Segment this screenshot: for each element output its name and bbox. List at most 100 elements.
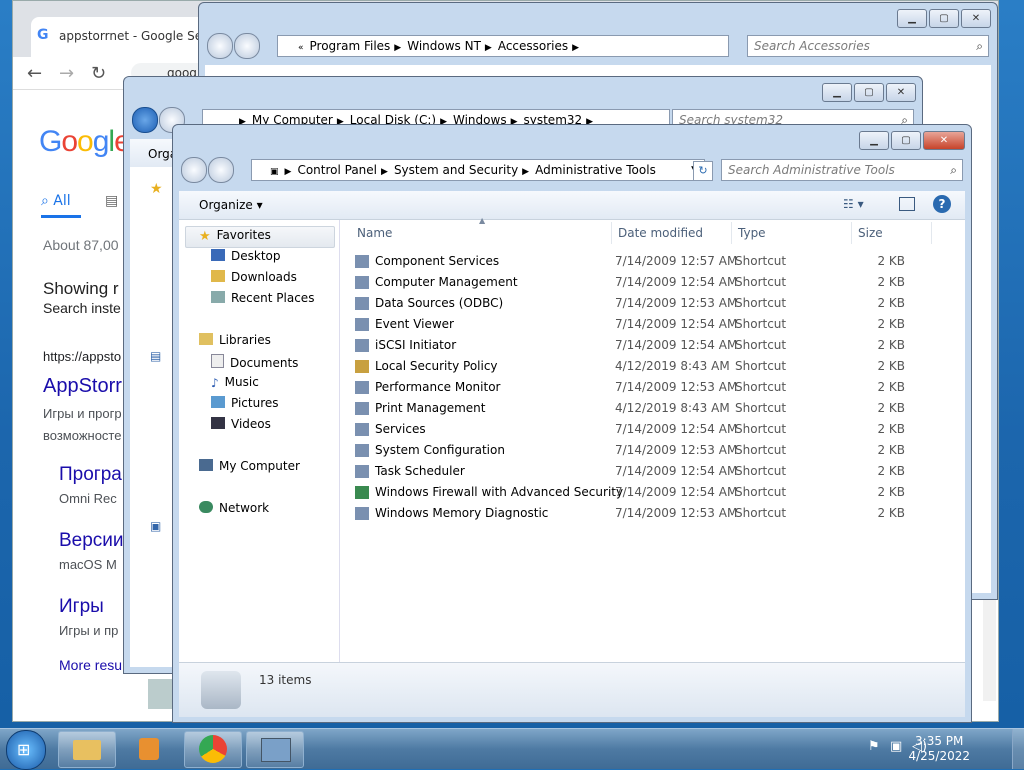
start-button[interactable]: ⊞ — [6, 730, 46, 770]
music-icon: ♪ — [211, 376, 219, 390]
reload-icon[interactable]: ↻ — [91, 63, 106, 84]
col-header-name[interactable]: Name — [357, 220, 392, 246]
explorer-taskbar-button[interactable] — [58, 731, 116, 768]
col-header-date[interactable]: Date modified — [618, 220, 703, 246]
result-url[interactable]: https://appsto — [43, 349, 121, 364]
libraries-icon — [199, 333, 213, 345]
control-panel-taskbar-button[interactable] — [246, 731, 304, 768]
desktop-icon — [211, 249, 225, 261]
refresh-icon[interactable]: ↻ — [693, 161, 713, 181]
nav-music[interactable]: ♪ Music — [211, 375, 259, 390]
search-input[interactable]: Search Accessories ⌕ — [747, 35, 989, 57]
maximize-icon[interactable]: ▢ — [929, 9, 959, 28]
close-icon[interactable]: ✕ — [886, 83, 916, 102]
help-icon[interactable]: ? — [933, 195, 951, 213]
column-separator — [611, 222, 612, 244]
view-options-icon[interactable]: ☷ ▾ — [843, 197, 864, 211]
file-row[interactable]: Task Scheduler 7/14/2009 12:54 AM Shortcut… — [355, 461, 955, 482]
breadcrumb-admin-tools[interactable]: Administrative Tools — [535, 160, 656, 180]
show-desktop-button[interactable] — [1012, 729, 1024, 769]
nav-buttons — [207, 33, 261, 59]
forward-icon[interactable] — [234, 33, 260, 59]
nav-desktop[interactable]: Desktop — [211, 249, 281, 263]
clock-time: 3:35 PM — [915, 734, 964, 748]
col-header-size[interactable]: Size — [858, 220, 883, 246]
chrome-tab[interactable]: G appstorrnet - Google Search — [31, 17, 228, 57]
back-icon[interactable] — [181, 157, 207, 183]
close-icon[interactable]: ✕ — [923, 131, 965, 150]
media-player-taskbar-button[interactable] — [120, 731, 178, 768]
file-row[interactable]: System Configuration 7/14/2009 12:53 AM Sh… — [355, 440, 955, 461]
caption-buttons: ▁ ▢ ✕ — [820, 83, 916, 102]
nav-my-computer[interactable]: My Computer — [199, 459, 300, 473]
file-row[interactable]: Services 7/14/2009 12:54 AM Shortcut 2 KB — [355, 419, 955, 440]
google-logo: Google — [39, 125, 131, 158]
tab-all[interactable]: ⌕ All — [41, 193, 71, 209]
col-header-type[interactable]: Type — [738, 220, 766, 246]
images-tab-icon[interactable]: ▤ — [105, 193, 118, 209]
close-icon[interactable]: ✕ — [961, 9, 991, 28]
file-row[interactable]: Computer Management 7/14/2009 12:54 AM Sho… — [355, 272, 955, 293]
sitelink-2[interactable]: Версии — [59, 530, 124, 552]
nav-network[interactable]: Network — [199, 501, 269, 515]
favorites-star-icon: ★ — [150, 181, 163, 197]
caption-buttons: ▁ ▢ ✕ — [857, 131, 965, 150]
file-row[interactable]: Component Services 7/14/2009 12:57 AM Shor… — [355, 251, 955, 272]
search-instead[interactable]: Search inste — [43, 300, 121, 316]
shortcut-icon — [355, 486, 369, 499]
address-bar[interactable]: «Program Files ▶ Windows NT ▶ Accessories ▶ — [277, 35, 729, 57]
file-row[interactable]: Windows Firewall with Advanced Security 7… — [355, 482, 955, 503]
breadcrumb-system-security[interactable]: System and Security — [394, 160, 518, 180]
videos-icon — [211, 417, 225, 429]
maximize-icon[interactable]: ▢ — [854, 83, 884, 102]
minimize-icon[interactable]: ▁ — [822, 83, 852, 102]
nav-libraries[interactable]: Libraries — [199, 333, 271, 347]
shortcut-icon — [355, 339, 369, 352]
forward-icon[interactable]: → — [59, 63, 74, 84]
shortcut-icon — [355, 423, 369, 436]
chrome-taskbar-button[interactable] — [184, 731, 242, 768]
maximize-icon[interactable]: ▢ — [891, 131, 921, 150]
file-row[interactable]: iSCSI Initiator 7/14/2009 12:54 AM Shortcu… — [355, 335, 955, 356]
nav-pictures[interactable]: Pictures — [211, 396, 279, 410]
column-separator — [731, 222, 732, 244]
shortcut-icon — [355, 465, 369, 478]
file-row[interactable]: Local Security Policy 4/12/2019 8:43 AM Sh… — [355, 356, 955, 377]
preview-pane-icon[interactable] — [899, 197, 915, 211]
minimize-icon[interactable]: ▁ — [897, 9, 927, 28]
file-row[interactable]: Event Viewer 7/14/2009 12:54 AM Shortcut 2 … — [355, 314, 955, 335]
nav-favorites[interactable]: ★ Favorites — [199, 228, 271, 244]
explorer-body: ★ Favorites Desktop Downloads Recent Plac… — [179, 216, 965, 662]
forward-icon[interactable] — [208, 157, 234, 183]
back-icon[interactable]: ← — [27, 63, 42, 84]
network-tray-icon[interactable]: ▣ — [890, 739, 902, 754]
admin-tools-window: ▁ ▢ ✕ ▣ ▶ Control Panel ▶ System and Security ▶… — [172, 124, 972, 723]
sitelink-3[interactable]: Игры — [59, 596, 104, 618]
nav-recent-places[interactable]: Recent Places — [211, 291, 314, 305]
media-player-icon — [139, 738, 159, 760]
command-bar: Organize ▾ ☷ ▾ ? — [179, 191, 965, 220]
file-row[interactable]: Performance Monitor 7/14/2009 12:53 AM Sho… — [355, 377, 955, 398]
breadcrumb-control-panel[interactable]: Control Panel — [297, 160, 377, 180]
star-icon: ★ — [199, 229, 211, 244]
search-icon: ⌕ — [976, 39, 983, 53]
minimize-icon[interactable]: ▁ — [859, 131, 889, 150]
file-row[interactable]: Print Management 4/12/2019 8:43 AM Shortcu… — [355, 398, 955, 419]
back-icon[interactable] — [207, 33, 233, 59]
sitelink-1-desc: Omni Rec — [59, 491, 117, 506]
search-input[interactable]: Search Administrative Tools ⌕ — [721, 159, 963, 181]
address-bar[interactable]: ▣ ▶ Control Panel ▶ System and Security ▶ Admi… — [251, 159, 705, 181]
sitelink-1[interactable]: Програ — [59, 464, 122, 486]
back-icon[interactable] — [132, 107, 158, 133]
result-title[interactable]: AppStorr — [43, 375, 122, 398]
clock[interactable]: 3:35 PM 4/25/2022 — [908, 734, 970, 764]
nav-downloads[interactable]: Downloads — [211, 270, 297, 284]
pictures-icon — [211, 396, 225, 408]
nav-documents[interactable]: Documents — [211, 354, 298, 370]
action-center-icon[interactable]: ⚑ — [868, 739, 880, 754]
file-row[interactable]: Data Sources (ODBC) 7/14/2009 12:53 AM Sho… — [355, 293, 955, 314]
organize-menu[interactable]: Organize ▾ — [199, 198, 263, 212]
more-results-link[interactable]: More resu — [59, 657, 122, 673]
nav-videos[interactable]: Videos — [211, 417, 271, 431]
file-row[interactable]: Windows Memory Diagnostic 7/14/2009 12:53… — [355, 503, 955, 524]
